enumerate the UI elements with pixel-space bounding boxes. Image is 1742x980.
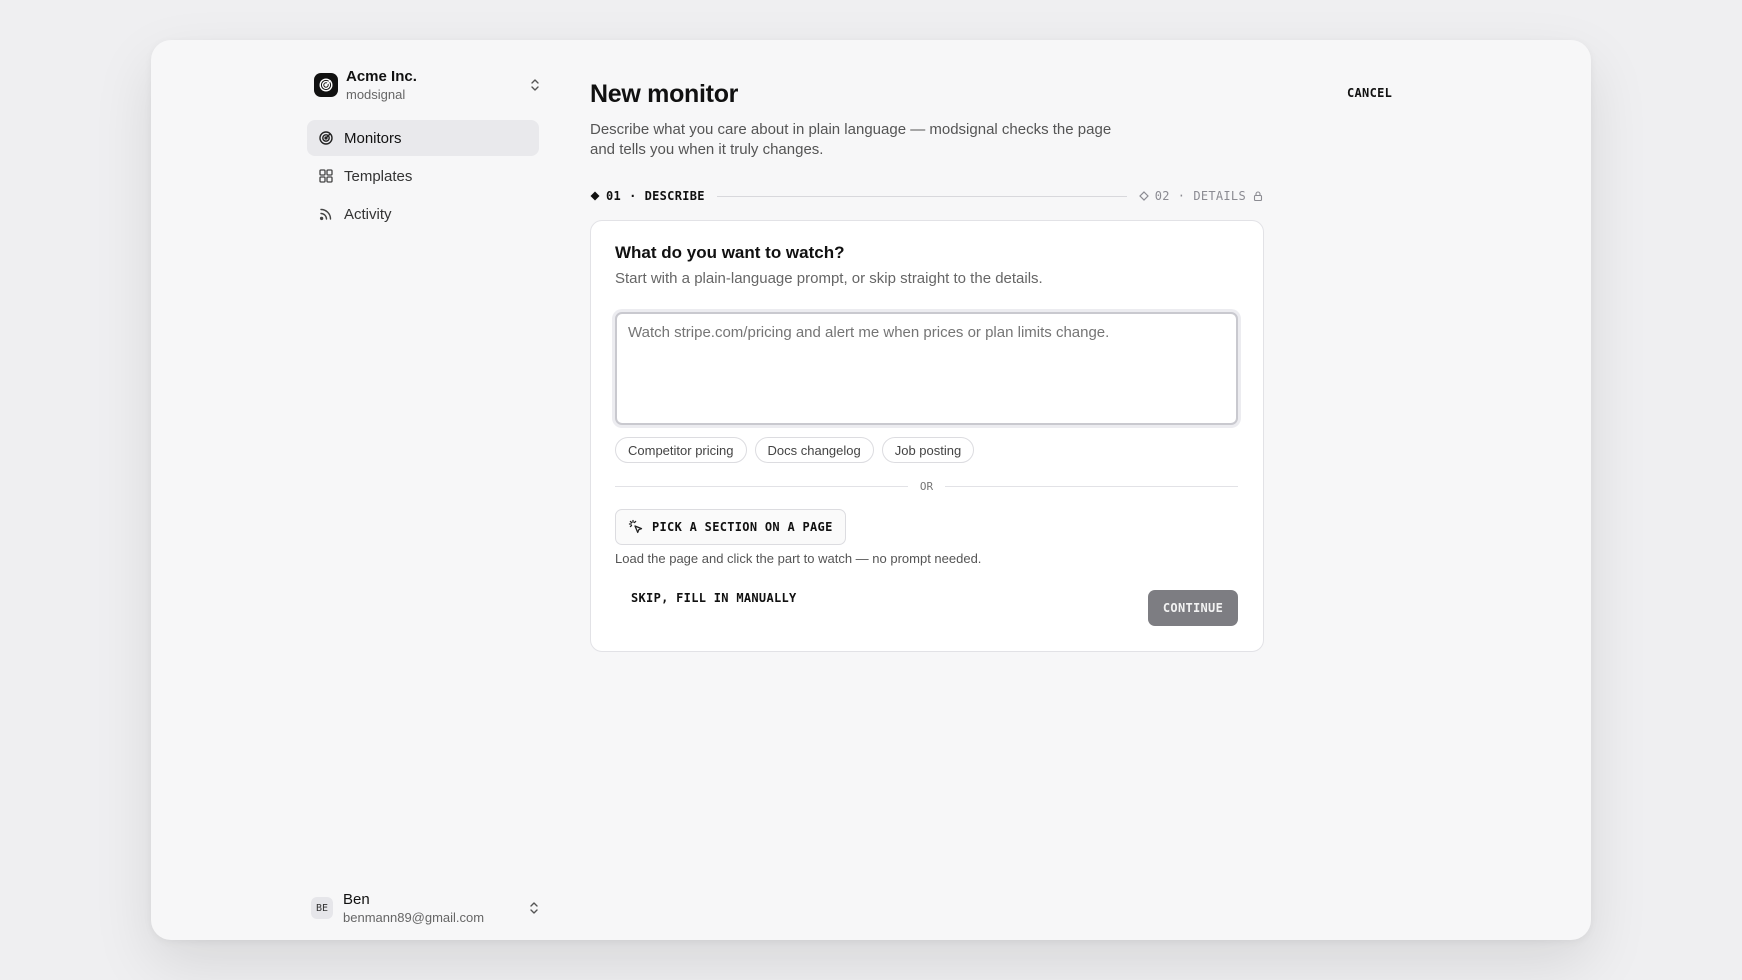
describe-card: What do you want to watch? Start with a … (590, 220, 1264, 652)
user-menu[interactable]: BE Ben benmann89@gmail.com (311, 890, 543, 926)
app-window: Acme Inc. modsignal Monitors Templates A… (151, 40, 1591, 940)
pointer-click-icon (628, 519, 644, 535)
page-description: Describe what you care about in plain la… (590, 121, 1112, 158)
step-separator: · (629, 189, 637, 203)
chip-competitor-pricing[interactable]: Competitor pricing (615, 437, 747, 463)
step-label: DESCRIBE (644, 189, 705, 203)
chip-docs-changelog[interactable]: Docs changelog (754, 437, 874, 463)
card-title: What do you want to watch? (615, 243, 845, 262)
stepper: 01 · DESCRIBE 02 · DETAILS (590, 186, 1264, 206)
pick-section-button[interactable]: PICK A SECTION ON A PAGE (615, 509, 846, 545)
or-divider: OR (615, 479, 1238, 493)
avatar: BE (311, 897, 333, 919)
step-details: 02 · DETAILS (1138, 189, 1264, 203)
step-describe: 01 · DESCRIBE (590, 189, 705, 203)
continue-button[interactable]: CONTINUE (1148, 590, 1238, 626)
skip-manual-button[interactable]: SKIP, FILL IN MANUALLY (631, 591, 797, 605)
sidebar-item-monitors[interactable]: Monitors (307, 120, 539, 156)
user-name: Ben (343, 890, 370, 908)
stepper-line (716, 195, 1127, 197)
page-title: New monitor (590, 80, 739, 108)
sidebar-nav: Monitors Templates Activity (307, 120, 539, 234)
org-switcher[interactable]: Acme Inc. modsignal (314, 64, 544, 106)
pick-section-help: Load the page and click the part to watc… (615, 551, 982, 566)
chevron-up-down-icon[interactable] (525, 899, 543, 917)
grid-icon (318, 168, 334, 184)
chip-job-posting[interactable]: Job posting (881, 437, 975, 463)
diamond-filled-icon (590, 191, 600, 201)
sidebar-item-label: Activity (344, 205, 392, 223)
cancel-button[interactable]: CANCEL (1347, 86, 1392, 100)
sidebar-item-templates[interactable]: Templates (307, 158, 539, 194)
lock-icon (1253, 191, 1263, 202)
or-label: OR (919, 479, 934, 493)
rss-icon (318, 206, 334, 222)
diamond-outline-icon (1138, 191, 1149, 201)
sidebar-item-label: Templates (344, 167, 413, 185)
step-label: DETAILS (1193, 189, 1246, 203)
step-number: 01 (606, 189, 622, 203)
sidebar-item-label: Monitors (344, 129, 402, 147)
pick-section-label: PICK A SECTION ON A PAGE (652, 520, 833, 534)
prompt-input[interactable] (615, 312, 1238, 425)
org-logo-icon (314, 73, 338, 97)
radar-icon (318, 130, 334, 146)
org-subtitle: modsignal (346, 86, 406, 102)
step-separator: · (1177, 189, 1186, 203)
step-number: 02 (1154, 189, 1170, 203)
org-name: Acme Inc. (346, 67, 417, 85)
card-subtitle: Start with a plain-language prompt, or s… (615, 270, 1043, 287)
user-email: benmann89@gmail.com (343, 909, 485, 925)
suggestion-chips: Competitor pricing Docs changelog Job po… (615, 437, 982, 463)
chevron-up-down-icon[interactable] (526, 76, 544, 94)
sidebar-item-activity[interactable]: Activity (307, 196, 539, 232)
